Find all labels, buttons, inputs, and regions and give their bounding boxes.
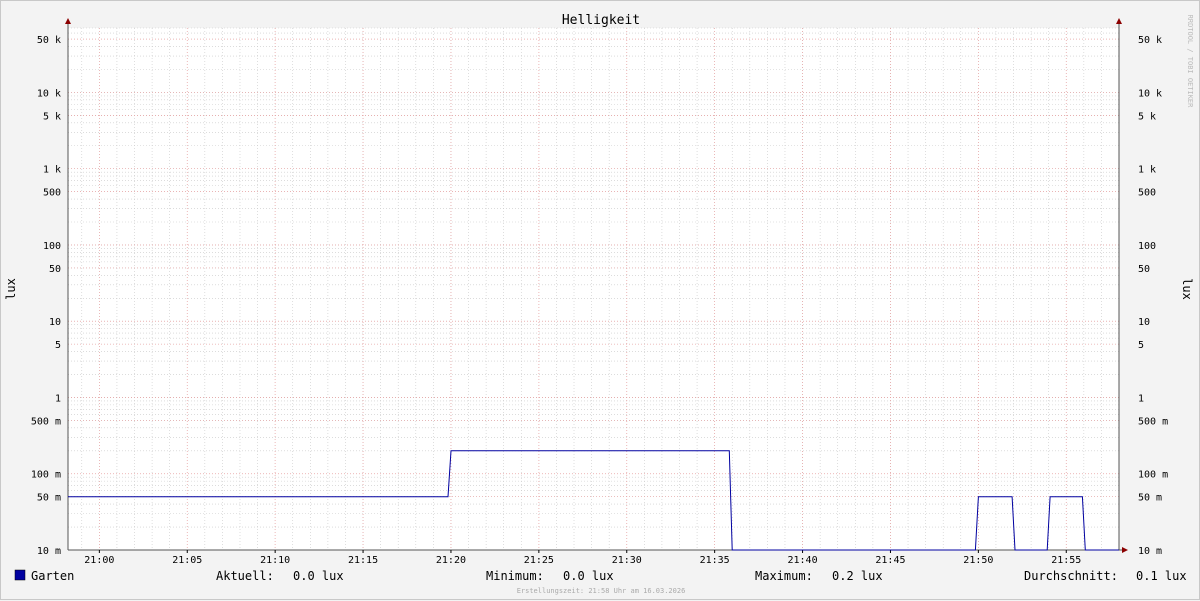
x-tick-label: 21:40: [788, 555, 818, 566]
x-tick-label: 21:15: [348, 555, 378, 566]
y-tick-label: 100 m: [1138, 470, 1168, 481]
y-tick-label: 100 m: [31, 470, 61, 481]
y-tick-label: 1: [1138, 393, 1144, 404]
legend-avg-label: Durchschnitt:: [1024, 569, 1118, 583]
y-ticks-left: 50 k 10 k 5 k 1 k 500 100 50 10 5 1 500 m 100 m 50 m…: [31, 35, 61, 557]
y-tick-label: 50: [49, 264, 61, 275]
y-tick-label: 50: [1138, 264, 1150, 275]
footer-timestamp: Erstellungszeit: 21:58 Uhr am 16.03.2026: [517, 587, 686, 595]
y-tick-label: 500: [1138, 188, 1156, 199]
legend-current-value: 0.0 lux: [293, 569, 344, 583]
y-tick-label: 10 k: [37, 88, 61, 99]
y-tick-label: 50 k: [37, 35, 61, 46]
y-tick-label: 10 m: [1138, 546, 1162, 557]
x-tick-label: 21:10: [260, 555, 290, 566]
y-tick-label: 10: [49, 317, 61, 328]
y-tick-label: 1: [55, 393, 61, 404]
y-tick-label: 5 k: [43, 111, 61, 122]
y-tick-label: 10 m: [37, 546, 61, 557]
y-tick-label: 500 m: [1138, 416, 1168, 427]
axis-arrow: [65, 18, 71, 24]
y-tick-label: 100: [43, 241, 61, 252]
y-tick-label: 10: [1138, 317, 1150, 328]
legend-max-value: 0.2 lux: [832, 569, 883, 583]
y-tick-label: 5: [55, 340, 61, 351]
legend-series-name: Garten: [31, 569, 74, 583]
y-tick-label: 5 k: [1138, 111, 1156, 122]
x-tick-label: 21:25: [524, 555, 554, 566]
x-tick-label: 21:35: [700, 555, 730, 566]
plot-area: [68, 28, 1119, 550]
chart-svg: 50 k 10 k 5 k 1 k 500 100 50 10 5 1 500 m 100 m 50 m…: [4, 13, 1194, 595]
y-tick-label: 50 m: [1138, 493, 1162, 504]
y-tick-label: 100: [1138, 241, 1156, 252]
y-ticks-right: 50 k 10 k 5 k 1 k 500 100 50 10 5 1 500 m 100 m 50 m…: [1138, 35, 1168, 557]
watermark: RRDTOOL / TOBI OETIKER: [1186, 15, 1194, 109]
y-tick-label: 500 m: [31, 416, 61, 427]
x-ticks: 21:00 21:05 21:10 21:15 21:20 21:25 21:30 21:35…: [84, 550, 1081, 566]
x-tick-label: 21:55: [1051, 555, 1081, 566]
chart-title: Helligkeit: [562, 13, 640, 28]
y-tick-label: 5: [1138, 340, 1144, 351]
y-tick-label: 50 m: [37, 493, 61, 504]
y-tick-label: 50 k: [1138, 35, 1162, 46]
axis-arrow: [1116, 18, 1122, 24]
y-tick-label: 500: [43, 188, 61, 199]
legend-current-label: Aktuell:: [216, 569, 274, 583]
x-tick-label: 21:00: [84, 555, 114, 566]
legend-swatch: [14, 569, 26, 581]
y-axis-label-left: lux: [4, 278, 18, 300]
legend-avg-value: 0.1 lux: [1136, 569, 1187, 583]
x-tick-label: 21:30: [612, 555, 642, 566]
x-tick-label: 21:20: [436, 555, 466, 566]
axis-arrow: [1122, 547, 1128, 553]
legend-min-value: 0.0 lux: [563, 569, 614, 583]
x-tick-label: 21:50: [963, 555, 993, 566]
y-tick-label: 1 k: [43, 165, 61, 176]
y-tick-label: 1 k: [1138, 165, 1156, 176]
x-tick-label: 21:45: [875, 555, 905, 566]
legend-min-label: Minimum:: [486, 569, 544, 583]
x-tick-label: 21:05: [172, 555, 202, 566]
legend-max-label: Maximum:: [755, 569, 813, 583]
y-axis-label-right: lux: [1180, 278, 1194, 300]
chart-frame: 50 k 10 k 5 k 1 k 500 100 50 10 5 1 500 m 100 m 50 m…: [0, 0, 1200, 600]
y-tick-label: 10 k: [1138, 88, 1162, 99]
